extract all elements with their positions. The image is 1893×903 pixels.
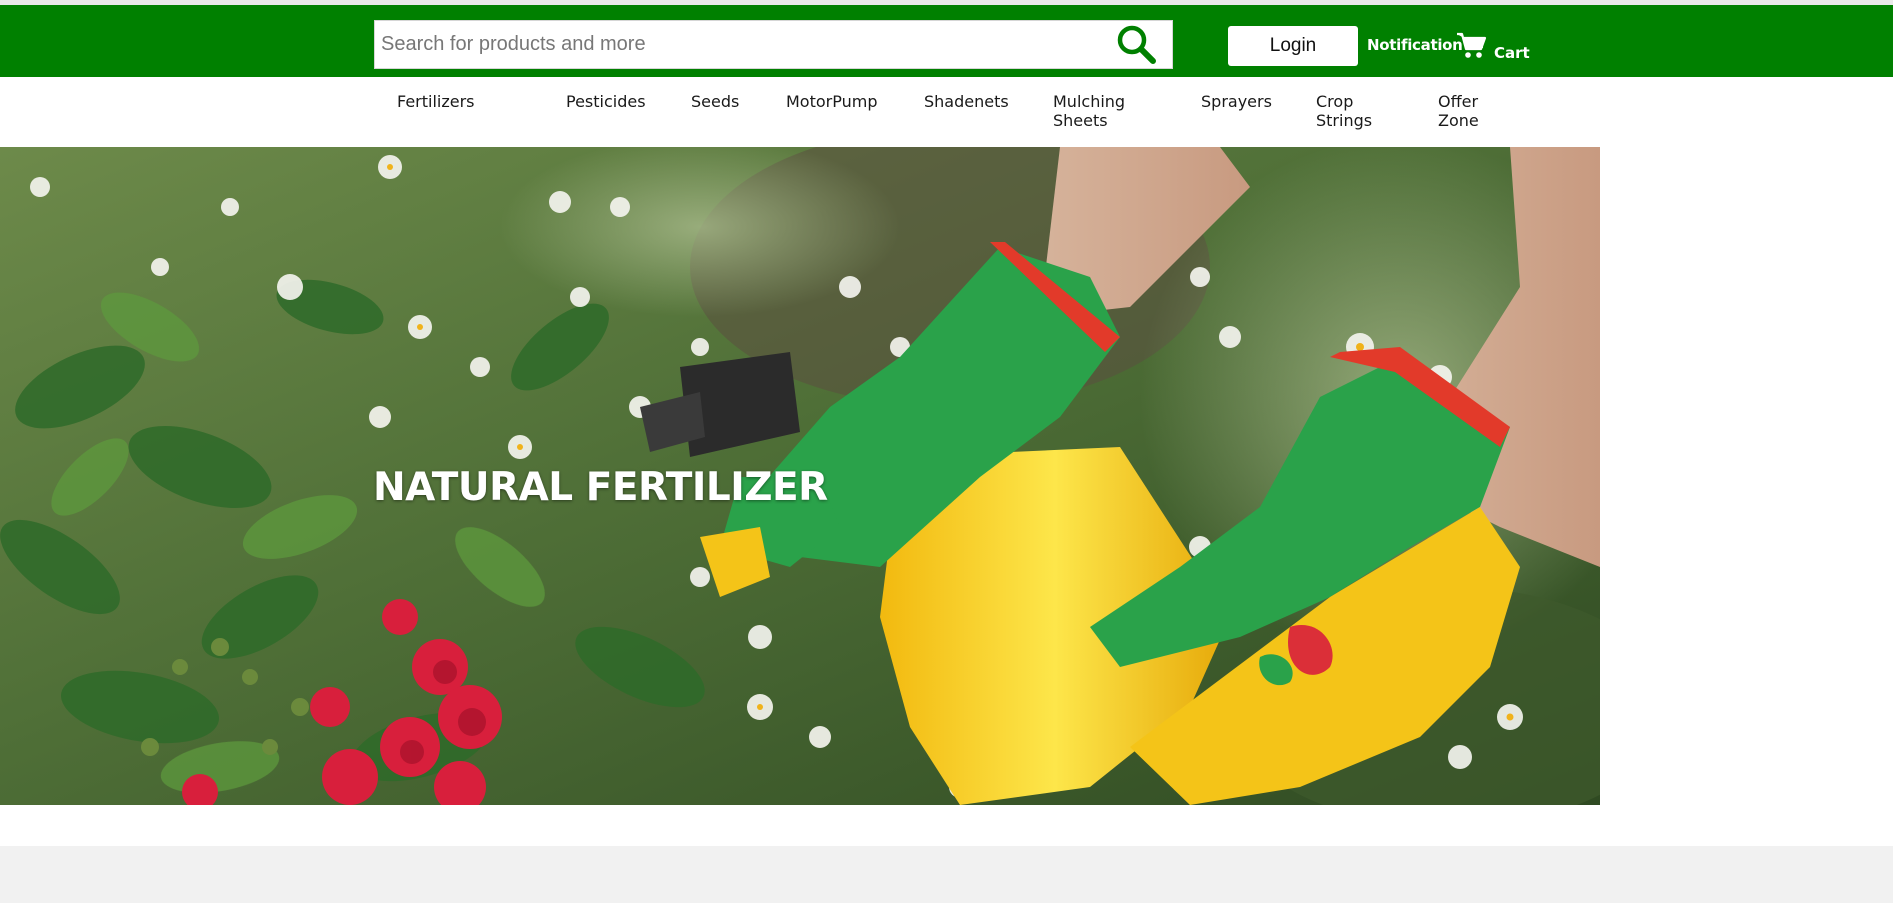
nav-item-pesticides[interactable]: Pesticides: [566, 92, 646, 111]
nav-item-fertilizers[interactable]: Fertilizers: [397, 92, 475, 111]
cart-icon[interactable]: [1455, 30, 1487, 60]
search-button[interactable]: [1103, 21, 1173, 68]
hero-banner[interactable]: NATURAL FERTILIZER: [0, 147, 1600, 805]
nav-item-shadenets[interactable]: Shadenets: [924, 92, 1009, 111]
header-bar: Login Notification Cart: [0, 5, 1893, 77]
login-button[interactable]: Login: [1228, 26, 1358, 66]
notification-link[interactable]: Notification: [1367, 36, 1463, 54]
nav-item-mulching-sheets[interactable]: Mulching Sheets: [1053, 92, 1143, 130]
hero-title: NATURAL FERTILIZER: [373, 465, 828, 510]
search-box: [374, 20, 1173, 69]
nav-item-seeds[interactable]: Seeds: [691, 92, 739, 111]
search-input[interactable]: [375, 21, 1095, 68]
category-nav: Fertilizers Pesticides Seeds MotorPump S…: [0, 77, 1893, 147]
search-icon: [1117, 25, 1156, 64]
cart-link[interactable]: Cart: [1494, 44, 1530, 62]
nav-item-motorpump[interactable]: MotorPump: [786, 92, 877, 111]
nav-item-sprayers[interactable]: Sprayers: [1201, 92, 1272, 111]
footer-band: [0, 846, 1893, 903]
nav-item-crop-strings[interactable]: Crop Strings: [1316, 92, 1376, 130]
nav-item-offer-zone[interactable]: Offer Zone: [1438, 92, 1488, 130]
